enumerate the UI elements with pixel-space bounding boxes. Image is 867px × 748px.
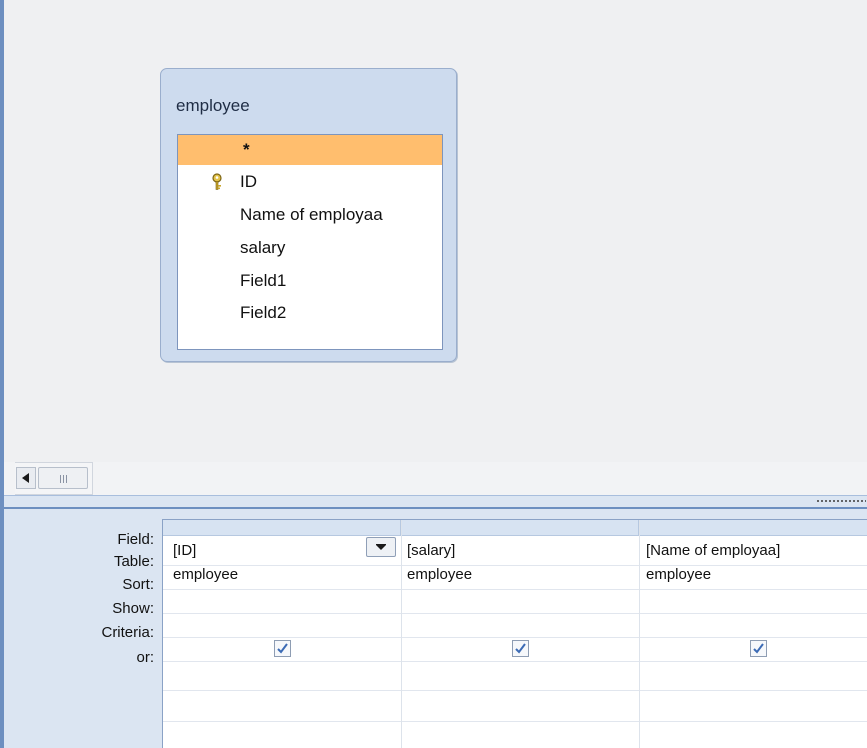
field-item-label: Name of employaa — [240, 205, 383, 224]
row-labels: Field: Table: Sort: Show: Criteria: or: — [4, 509, 162, 748]
table-cell[interactable]: employee — [173, 563, 393, 587]
field-cell[interactable]: [Name of employaa] — [646, 539, 866, 563]
field-list-items[interactable]: * ID Name of employaa salary Field1 Fiel… — [177, 134, 443, 350]
chevron-down-icon — [376, 544, 386, 550]
field-dropdown-button[interactable] — [366, 537, 396, 557]
show-checkbox[interactable] — [274, 640, 291, 657]
grid-line — [163, 589, 867, 590]
field-cell[interactable]: [ID] — [173, 539, 363, 563]
triangle-left-icon — [22, 473, 29, 483]
field-item-salary[interactable]: salary — [178, 233, 442, 263]
field-item-label: Field1 — [240, 271, 287, 290]
field-item-id[interactable]: ID — [178, 167, 442, 197]
grid-line — [163, 613, 867, 614]
row-label-criteria: Criteria: — [101, 624, 154, 641]
field-list-employee[interactable]: employee * ID Name of employaa salary Fi… — [160, 68, 457, 362]
column-selector[interactable] — [639, 520, 867, 536]
show-checkbox[interactable] — [512, 640, 529, 657]
show-checkbox[interactable] — [750, 640, 767, 657]
scroll-left-button[interactable] — [16, 467, 36, 489]
grid-line — [163, 690, 867, 691]
field-cell[interactable]: [salary] — [407, 539, 632, 563]
check-icon — [515, 643, 526, 654]
field-item-label: ID — [240, 172, 257, 191]
grid-line — [163, 721, 867, 722]
field-item-label: Field2 — [240, 303, 287, 322]
horizontal-scrollbar[interactable] — [4, 462, 867, 495]
grid-line — [401, 520, 402, 748]
grid-line — [163, 661, 867, 662]
scrollbar-thumb[interactable] — [38, 467, 88, 489]
splitter-grip[interactable] — [816, 499, 866, 503]
pane-splitter[interactable] — [4, 495, 867, 509]
field-item-label: salary — [240, 238, 286, 257]
field-list-title[interactable]: employee — [176, 96, 250, 116]
check-icon — [277, 643, 288, 654]
field-item-label: * — [243, 140, 250, 159]
query-design-grid[interactable]: [ID] employee [salary] employee [Name of… — [162, 519, 867, 748]
field-item-field1[interactable]: Field1 — [178, 266, 442, 296]
column-selector[interactable] — [163, 520, 401, 536]
grid-line — [163, 637, 867, 638]
field-item-name-of-employaa[interactable]: Name of employaa — [178, 200, 442, 230]
row-label-table: Table: — [113, 553, 154, 570]
row-label-field: Field: — [117, 531, 154, 548]
grid-line — [639, 520, 640, 748]
field-item-field2[interactable]: Field2 — [178, 298, 442, 328]
row-label-or: or: — [136, 649, 154, 666]
row-label-show: Show: — [112, 600, 154, 617]
check-icon — [753, 643, 764, 654]
field-item-all[interactable]: * — [178, 135, 442, 165]
key-icon — [212, 173, 222, 190]
table-cell[interactable]: employee — [646, 563, 866, 587]
column-selector[interactable] — [401, 520, 639, 536]
grip-icon — [60, 475, 67, 483]
table-cell[interactable]: employee — [407, 563, 632, 587]
row-label-sort: Sort: — [122, 576, 154, 593]
